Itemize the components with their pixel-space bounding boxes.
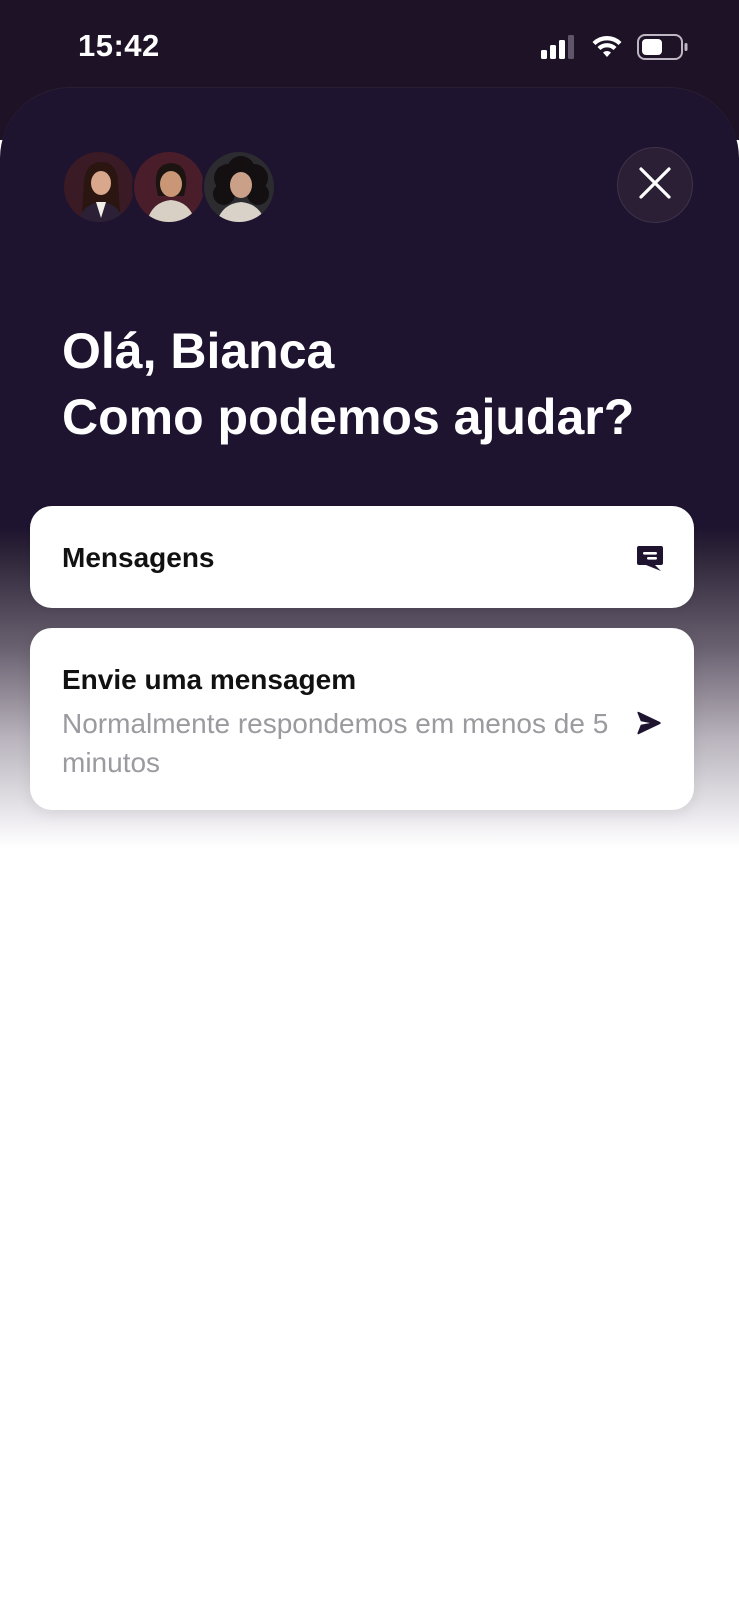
battery-icon	[637, 34, 689, 65]
message-icon	[636, 544, 664, 577]
greeting-line-2: Como podemos ajudar?	[62, 389, 635, 445]
greeting: Olá, Bianca Como podemos ajudar?	[62, 318, 702, 450]
status-time: 15:42	[78, 28, 160, 63]
greeting-line-1: Olá, Bianca	[62, 323, 335, 379]
wifi-icon	[591, 35, 623, 64]
messages-card-title: Mensagens	[62, 542, 215, 573]
help-center-screen: 15:42 Olá, Bianca Como podemos ajudar? M…	[0, 0, 739, 1600]
agent-avatars	[62, 150, 276, 224]
close-button[interactable]	[617, 147, 693, 223]
cellular-signal-icon	[541, 35, 577, 64]
status-bar: 15:42	[0, 0, 739, 90]
messages-card[interactable]: Mensagens	[30, 506, 694, 608]
help-sheet	[0, 88, 739, 1600]
status-icons	[541, 34, 689, 65]
send-message-card[interactable]: Envie uma mensagem Normalmente respondem…	[30, 628, 694, 810]
agent-avatar	[62, 150, 136, 224]
send-arrow-icon	[636, 710, 662, 741]
agent-avatar	[132, 150, 206, 224]
agent-avatar	[202, 150, 276, 224]
send-message-card-title: Envie uma mensagem	[62, 664, 357, 695]
close-icon	[638, 166, 672, 205]
send-message-card-subtitle: Normalmente respondemos em menos de 5 mi…	[62, 708, 609, 778]
